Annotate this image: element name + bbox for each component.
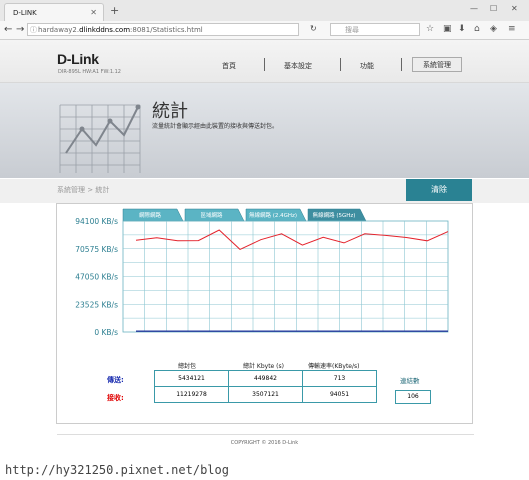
connections-label: 連結數	[400, 377, 420, 385]
breadcrumb: 系統管理 > 統計	[57, 186, 110, 194]
menu-separator	[264, 58, 265, 71]
model-info: DIR-895L HW:A1 FW:1.12	[58, 69, 121, 75]
menu-home[interactable]: 首頁	[222, 61, 236, 71]
statistics-illustration-icon	[59, 104, 141, 173]
maximize-icon[interactable]: ☐	[490, 4, 497, 13]
url-suffix: :8081/Statistics.html	[130, 26, 203, 34]
dlink-logo: D-Link	[57, 51, 99, 67]
minimize-icon[interactable]: —	[470, 4, 478, 13]
reading-list-icon[interactable]: ▣	[443, 24, 452, 34]
page-banner: 統計 流量統計會顯示經由此裝置的接收與傳送封包。	[0, 83, 529, 178]
col-total-kbytes: 總計 Kbyte (s)	[243, 363, 284, 370]
table-cell: 5434121	[154, 370, 229, 387]
window-close-icon[interactable]: ✕	[511, 4, 518, 13]
download-icon[interactable]: ⬇	[458, 24, 466, 34]
menu-features[interactable]: 功能	[360, 61, 374, 71]
reload-icon[interactable]: ↻	[310, 24, 317, 33]
bookmark-star-icon[interactable]: ☆	[426, 24, 434, 34]
sent-label: 傳送:	[107, 376, 124, 384]
router-header: D-Link DIR-895L HW:A1 FW:1.12 首頁 基本設定 功能…	[0, 40, 529, 83]
col-transfer-rate: 傳輸速率(KByte/s)	[308, 363, 360, 370]
tab-title: D-LINK	[13, 9, 37, 17]
browser-nav-bar: ← → ⓘ hardaway2.dlinkddns.com:8081/Stati…	[0, 21, 529, 40]
url-input[interactable]: ⓘ hardaway2.dlinkddns.com:8081/Statistic…	[27, 23, 299, 36]
col-total-packets: 總封包	[178, 363, 197, 370]
copyright: COPYRIGHT © 2016 D-Link	[230, 440, 299, 446]
search-placeholder: 搜尋	[345, 26, 359, 34]
page-description: 流量統計會顯示經由此裝置的接收與傳送封包。	[152, 123, 279, 130]
router-page: D-Link DIR-895L HW:A1 FW:1.12 首頁 基本設定 功能…	[0, 40, 529, 480]
page-title: 統計	[152, 101, 188, 122]
stats-table: 5434121 449842 713 11219278 3507121 9405…	[154, 370, 377, 403]
table-cell: 449842	[228, 370, 303, 387]
info-icon: ⓘ	[30, 26, 37, 34]
clear-button[interactable]: 清除	[406, 179, 472, 201]
table-row: 11219278 3507121 94051	[154, 386, 377, 403]
menu-icon[interactable]: ≡	[508, 24, 516, 34]
url-domain: dlinkddns.com	[79, 26, 131, 34]
watermark: http://hy321250.pixnet.net/blog	[5, 463, 229, 477]
menu-separator	[340, 58, 341, 71]
connections-value: 106	[395, 390, 431, 404]
table-cell: 11219278	[154, 386, 229, 403]
menu-separator	[401, 58, 402, 71]
table-row: 5434121 449842 713	[154, 370, 377, 387]
menu-management[interactable]: 系統管理	[412, 57, 462, 72]
home-icon[interactable]: ⌂	[474, 24, 480, 34]
table-cell: 713	[302, 370, 377, 387]
url-prefix: hardaway2.	[38, 26, 80, 34]
browser-tab[interactable]: D-LINK ✕	[4, 3, 104, 21]
footer-divider	[57, 434, 474, 435]
pocket-icon[interactable]: ◈	[490, 24, 497, 34]
table-cell: 3507121	[228, 386, 303, 403]
close-icon[interactable]: ✕	[90, 4, 97, 22]
forward-icon[interactable]: →	[16, 24, 24, 35]
back-icon[interactable]: ←	[4, 24, 12, 35]
browser-tab-bar: D-LINK ✕ + — ☐ ✕	[0, 0, 529, 22]
table-cell: 94051	[302, 386, 377, 403]
new-tab-icon[interactable]: +	[110, 4, 119, 17]
menu-basic-settings[interactable]: 基本設定	[284, 61, 312, 71]
search-input[interactable]: 搜尋	[330, 23, 420, 36]
received-label: 接收:	[107, 394, 124, 402]
